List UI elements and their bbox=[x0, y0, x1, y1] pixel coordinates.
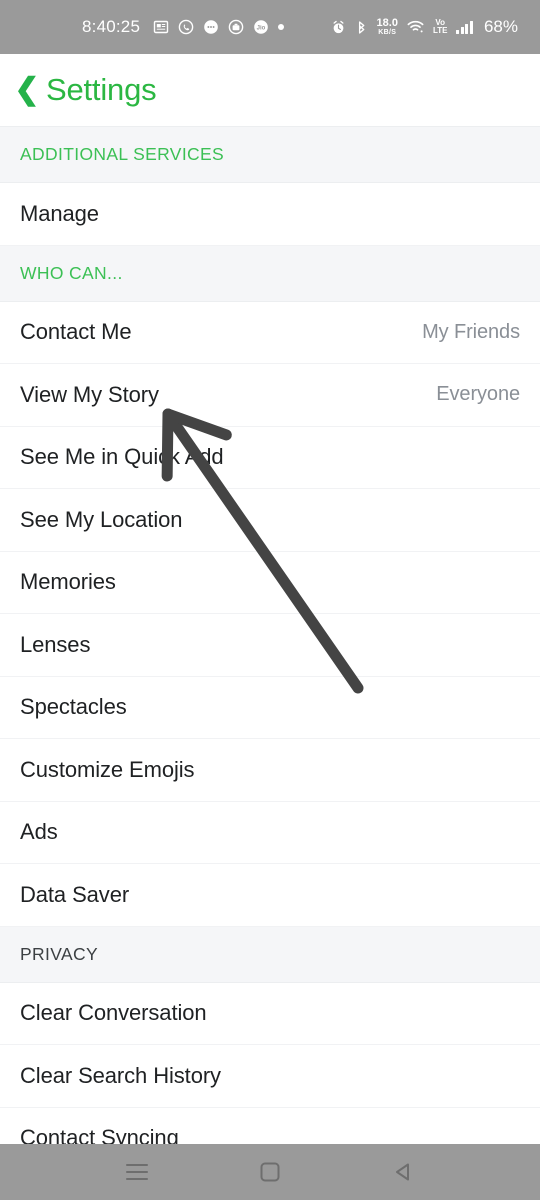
page-title: Settings bbox=[46, 72, 157, 107]
settings-row[interactable]: Ads bbox=[0, 801, 540, 864]
data-speed-icon: 18.0 KB/S bbox=[376, 17, 398, 37]
volte-icon: Vo LTE bbox=[433, 19, 448, 35]
news-icon bbox=[153, 19, 169, 35]
settings-row-label: Ads bbox=[20, 819, 58, 845]
jio-icon: Jio bbox=[253, 19, 269, 35]
dot-icon bbox=[278, 24, 285, 30]
status-bar-clock: 8:40:25 bbox=[82, 17, 141, 36]
settings-row[interactable]: Data Saver bbox=[0, 864, 540, 927]
settings-row[interactable]: Customize Emojis bbox=[0, 739, 540, 802]
battery-percent: 68% bbox=[483, 17, 518, 36]
settings-row-label: Clear Conversation bbox=[20, 1000, 207, 1026]
settings-row-label: Clear Search History bbox=[20, 1062, 221, 1088]
back-button[interactable] bbox=[373, 1152, 433, 1192]
signal-bars-icon bbox=[456, 20, 473, 34]
settings-row[interactable]: Clear Conversation bbox=[0, 982, 540, 1045]
settings-row[interactable]: See My Location bbox=[0, 489, 540, 552]
navigation-bar bbox=[0, 1144, 540, 1200]
phone-screen: 8:40:25 Jio 18.0 KB/S Vo LTE 68% ❮ Setti… bbox=[0, 0, 540, 1200]
home-button[interactable] bbox=[240, 1152, 300, 1192]
settings-row-label: See Me in Quick Add bbox=[20, 444, 224, 470]
settings-row-label: Customize Emojis bbox=[20, 756, 195, 782]
status-bar-right-group: 18.0 KB/S Vo LTE 68% bbox=[331, 17, 518, 37]
data-speed-value: 18.0 bbox=[376, 17, 398, 29]
settings-row[interactable]: Spectacles bbox=[0, 676, 540, 739]
recents-button[interactable] bbox=[107, 1152, 167, 1192]
settings-row-label: See My Location bbox=[20, 506, 183, 532]
settings-row[interactable]: Lenses bbox=[0, 614, 540, 677]
settings-row[interactable]: Memories bbox=[0, 551, 540, 614]
settings-row[interactable]: Clear Search History bbox=[0, 1045, 540, 1108]
settings-row[interactable]: Manage bbox=[0, 183, 540, 246]
data-speed-unit: KB/S bbox=[378, 29, 397, 36]
settings-row[interactable]: View My Story Everyone bbox=[0, 364, 540, 427]
whatsapp-icon bbox=[178, 19, 194, 35]
camera-app-icon bbox=[228, 19, 244, 35]
settings-row-label: Manage bbox=[20, 200, 99, 226]
settings-row-label: Spectacles bbox=[20, 694, 127, 720]
settings-row-value: Everyone bbox=[436, 383, 520, 406]
chat-bubble-icon bbox=[203, 19, 219, 35]
app-bar: ❮ Settings bbox=[0, 54, 540, 127]
bluetooth-icon bbox=[355, 20, 368, 35]
settings-row-label: Contact Me bbox=[20, 319, 132, 345]
status-bar-left-group: 8:40:25 Jio bbox=[82, 17, 285, 37]
volte-bottom: LTE bbox=[432, 26, 448, 35]
settings-row[interactable]: Contact Me My Friends bbox=[0, 301, 540, 364]
settings-row[interactable]: See Me in Quick Add bbox=[0, 426, 540, 489]
section-header: PRIVACY bbox=[0, 926, 540, 983]
settings-row-label: Data Saver bbox=[20, 881, 130, 907]
svg-text:Jio: Jio bbox=[257, 26, 266, 32]
section-header: ADDITIONAL SERVICES bbox=[0, 127, 540, 183]
settings-row-label: View My Story bbox=[20, 381, 159, 407]
settings-row-value: My Friends bbox=[422, 320, 520, 343]
settings-row-label: Lenses bbox=[20, 631, 91, 657]
status-bar: 8:40:25 Jio 18.0 KB/S Vo LTE 68% bbox=[0, 0, 540, 54]
settings-row-label: Memories bbox=[20, 569, 116, 595]
alarm-icon bbox=[331, 20, 346, 35]
wifi-icon bbox=[407, 20, 424, 34]
chevron-left-icon[interactable]: ❮ bbox=[14, 73, 40, 107]
settings-list: ADDITIONAL SERVICES Manage WHO CAN... Conta… bbox=[0, 127, 540, 1170]
section-header: WHO CAN... bbox=[0, 245, 540, 302]
